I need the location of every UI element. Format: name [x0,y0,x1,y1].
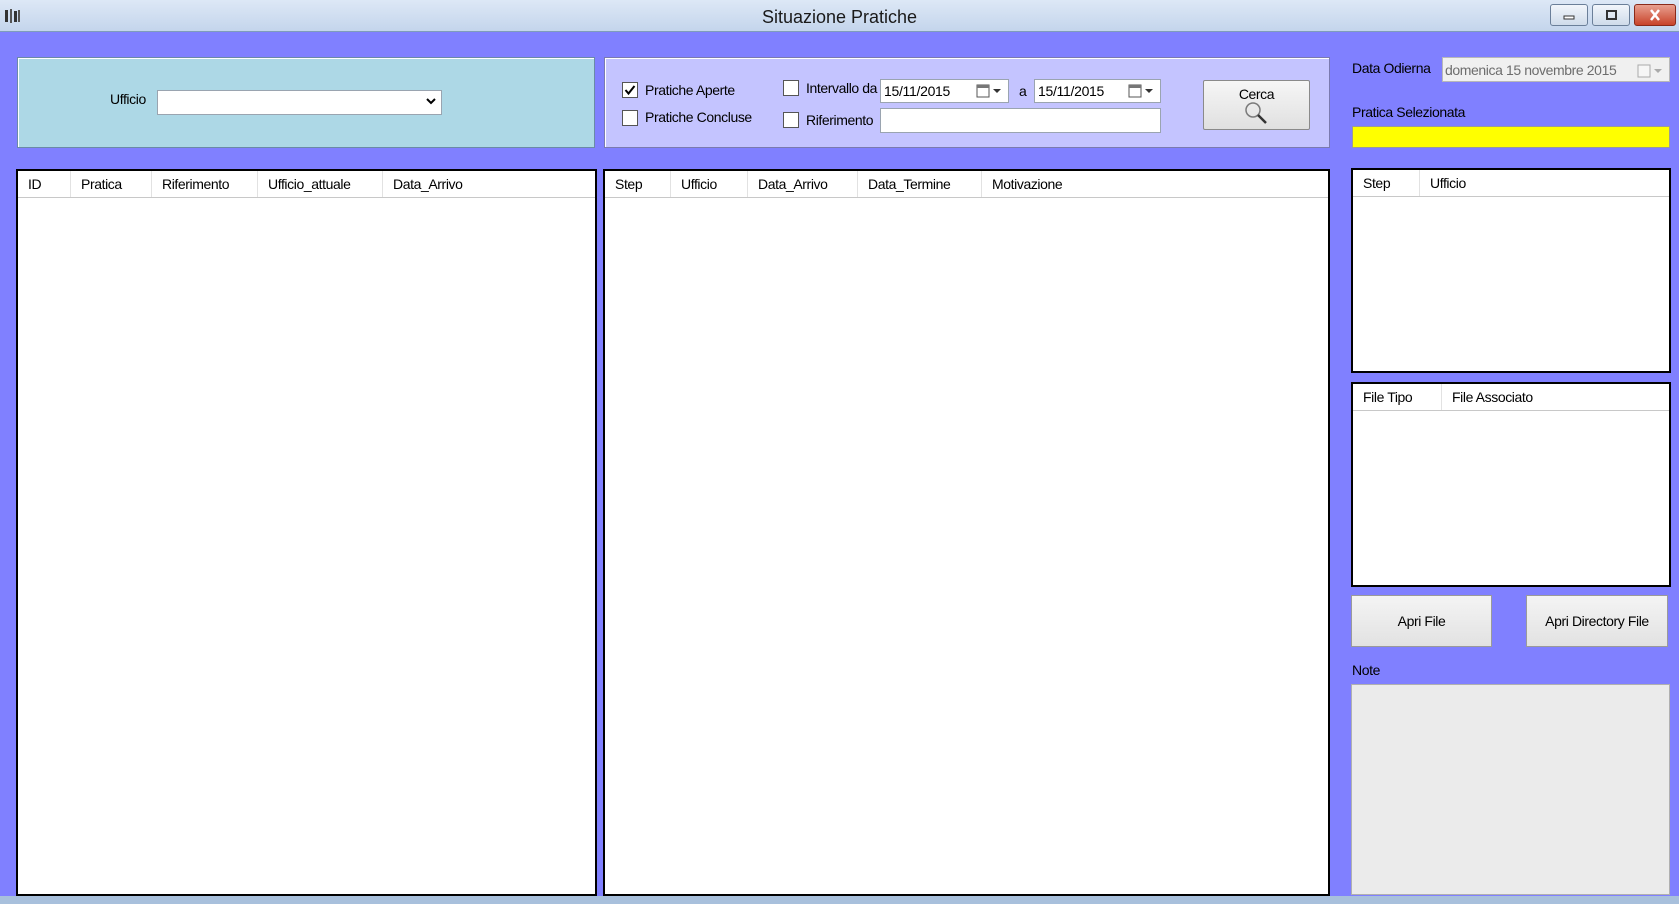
riferimento-label: Riferimento [806,112,874,128]
ufficio-label: Ufficio [110,91,146,107]
intervallo-label: Intervallo da [806,80,878,96]
column-header-ufficio[interactable]: Ufficio [671,171,748,197]
calendar-dropdown-icon [1637,64,1662,78]
pratiche-aperte-label: Pratiche Aperte [645,82,735,98]
column-header-pratica[interactable]: Pratica [71,171,152,197]
cerca-label: Cerca [1238,86,1275,102]
pratiche-aperte-checkbox[interactable] [622,82,638,98]
cerca-button[interactable]: Cerca [1203,80,1310,130]
column-header-data-termine[interactable]: Data_Termine [858,171,982,197]
steps-list[interactable]: Step Ufficio Data_Arrivo Data_Termine Mo… [603,169,1330,896]
pratiche-list[interactable]: ID Pratica Riferimento Ufficio_attuale D… [16,169,597,896]
column-header-ufficio-attuale[interactable]: Ufficio_attuale [258,171,383,197]
pratica-selezionata-field [1352,126,1670,148]
apri-directory-button[interactable]: Apri Directory File [1526,595,1668,647]
minimize-button[interactable] [1550,4,1588,26]
close-button[interactable] [1634,4,1676,26]
date-to-picker[interactable]: 15/11/2015 [1034,79,1161,103]
intervallo-checkbox[interactable] [783,80,799,96]
note-textarea[interactable] [1351,684,1670,895]
chevron-down-icon [426,98,436,105]
riferimento-input[interactable] [880,108,1161,133]
column-header-id[interactable]: ID [18,171,71,197]
column-header-motivazione[interactable]: Motivazione [982,171,1102,197]
pratiche-list-header: ID Pratica Riferimento Ufficio_attuale D… [18,171,595,198]
step-ufficio-list-header: Step Ufficio [1353,170,1669,197]
checkmark-icon [624,85,636,96]
column-header-ufficio[interactable]: Ufficio [1420,170,1520,196]
window-bottom-border [0,896,1679,904]
column-header-step[interactable]: Step [605,171,671,197]
note-label: Note [1352,662,1380,678]
data-odierna-label: Data Odierna [1352,60,1431,76]
pratiche-concluse-label: Pratiche Concluse [645,109,752,125]
maximize-button[interactable] [1592,4,1630,26]
column-header-file-associato[interactable]: File Associato [1442,384,1572,410]
date-to-label: a [1019,83,1027,99]
ufficio-combobox[interactable] [157,90,442,115]
window-title: Situazione Pratiche [761,7,918,27]
apri-file-button[interactable]: Apri File [1351,595,1492,647]
column-header-file-tipo[interactable]: File Tipo [1353,384,1442,410]
column-header-data-arrivo[interactable]: Data_Arrivo [748,171,858,197]
column-header-riferimento[interactable]: Riferimento [152,171,258,197]
riferimento-checkbox[interactable] [783,112,799,128]
calendar-dropdown-icon [1128,84,1153,98]
column-header-data-arrivo[interactable]: Data_Arrivo [383,171,483,197]
date-to-value: 15/11/2015 [1038,83,1105,99]
steps-list-header: Step Ufficio Data_Arrivo Data_Termine Mo… [605,171,1328,198]
data-odierna-value: domenica 15 novembre 2015 [1445,62,1617,78]
magnifier-icon [1244,102,1267,124]
file-list-header: File Tipo File Associato [1353,384,1669,411]
date-from-picker[interactable]: 15/11/2015 [880,79,1009,103]
data-odierna-picker: domenica 15 novembre 2015 [1442,57,1670,82]
column-header-step[interactable]: Step [1353,170,1420,196]
file-list[interactable]: File Tipo File Associato [1351,382,1671,587]
restore-icon [1606,10,1617,20]
minimize-icon [1563,15,1575,20]
step-ufficio-list[interactable]: Step Ufficio [1351,168,1671,373]
pratiche-concluse-checkbox[interactable] [622,110,638,126]
close-icon [1650,9,1660,21]
pratica-selezionata-label: Pratica Selezionata [1352,104,1466,120]
date-from-value: 15/11/2015 [884,83,951,99]
calendar-dropdown-icon [976,84,1001,98]
